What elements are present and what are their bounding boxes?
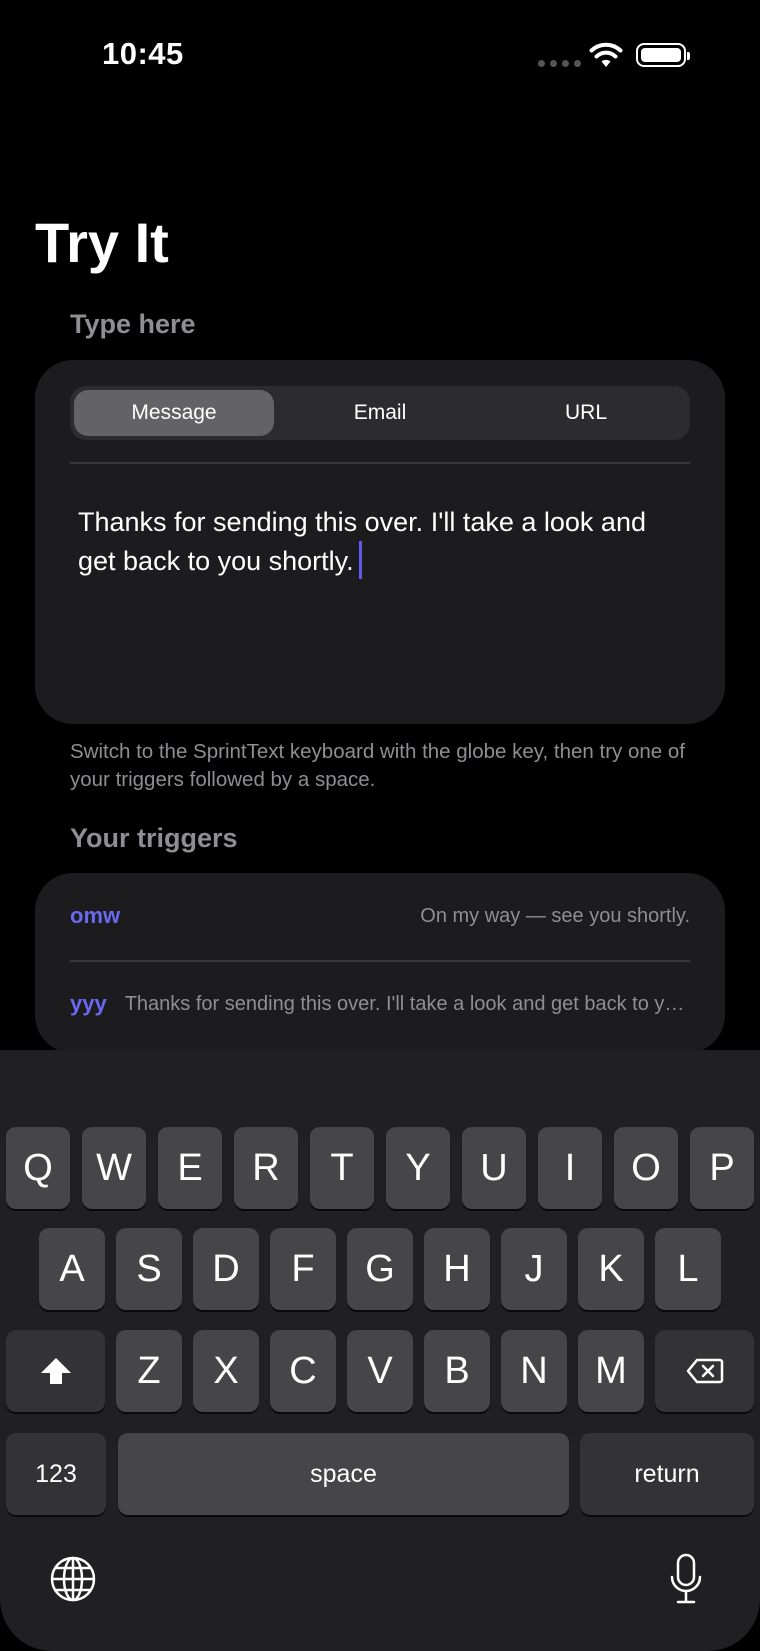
microphone-icon[interactable] <box>668 1553 704 1605</box>
key-k[interactable]: K <box>578 1228 644 1310</box>
key-n[interactable]: N <box>501 1330 567 1412</box>
trigger-row[interactable]: yyy Thanks for sending this over. I'll t… <box>70 991 690 1017</box>
key-w[interactable]: W <box>82 1127 146 1209</box>
trigger-expansion: Thanks for sending this over. I'll take … <box>124 992 690 1015</box>
key-a[interactable]: A <box>39 1228 105 1310</box>
key-b[interactable]: B <box>424 1330 490 1412</box>
triggers-card: omw On my way — see you shortly. yyy Tha… <box>35 873 725 1053</box>
key-u[interactable]: U <box>462 1127 526 1209</box>
key-h[interactable]: H <box>424 1228 490 1310</box>
wifi-icon <box>589 42 623 67</box>
page-title: Try It <box>35 211 169 274</box>
key-x[interactable]: X <box>193 1330 259 1412</box>
trigger-key: omw <box>70 903 121 928</box>
format-segmented-control: Message Email URL <box>70 386 690 440</box>
key-c[interactable]: C <box>270 1330 336 1412</box>
key-v[interactable]: V <box>347 1330 413 1412</box>
globe-icon[interactable] <box>49 1555 97 1603</box>
type-here-label: Type here <box>70 309 196 339</box>
status-time: 10:45 <box>102 36 184 71</box>
key-i[interactable]: I <box>538 1127 602 1209</box>
key-y[interactable]: Y <box>386 1127 450 1209</box>
battery-icon <box>636 43 690 67</box>
key-z[interactable]: Z <box>116 1330 182 1412</box>
key-j[interactable]: J <box>501 1228 567 1310</box>
return-key[interactable]: return <box>580 1433 754 1515</box>
key-q[interactable]: Q <box>6 1127 70 1209</box>
tab-email[interactable]: Email <box>280 390 480 436</box>
key-t[interactable]: T <box>310 1127 374 1209</box>
key-s[interactable]: S <box>116 1228 182 1310</box>
keyboard: Q W E R T Y U I O P A S D F G H J K L Z … <box>0 1050 760 1651</box>
your-triggers-label: Your triggers <box>70 823 238 853</box>
key-r[interactable]: R <box>234 1127 298 1209</box>
cellular-signal-icon <box>538 60 581 67</box>
text-caret <box>358 541 362 579</box>
numbers-key[interactable]: 123 <box>6 1433 106 1515</box>
key-m[interactable]: M <box>578 1330 644 1412</box>
space-key[interactable]: space <box>118 1433 569 1515</box>
help-text: Switch to the SprintText keyboard with t… <box>70 740 685 791</box>
trigger-expansion: On my way — see you shortly. <box>420 904 690 927</box>
trigger-key: yyy <box>70 991 107 1016</box>
key-o[interactable]: O <box>614 1127 678 1209</box>
message-text-area[interactable]: Thanks for sending this over. I'll take … <box>78 503 678 580</box>
key-f[interactable]: F <box>270 1228 336 1310</box>
shift-key[interactable] <box>6 1330 105 1412</box>
delete-icon <box>686 1358 723 1384</box>
key-e[interactable]: E <box>158 1127 222 1209</box>
key-l[interactable]: L <box>655 1228 721 1310</box>
divider <box>70 462 690 464</box>
divider <box>70 960 690 962</box>
tab-message[interactable]: Message <box>74 390 274 436</box>
key-d[interactable]: D <box>193 1228 259 1310</box>
shift-icon <box>40 1358 71 1384</box>
message-text: Thanks for sending this over. I'll take … <box>78 507 646 576</box>
delete-key[interactable] <box>655 1330 754 1412</box>
tab-url[interactable]: URL <box>486 390 686 436</box>
trigger-row[interactable]: omw On my way — see you shortly. <box>70 903 690 929</box>
key-g[interactable]: G <box>347 1228 413 1310</box>
key-p[interactable]: P <box>690 1127 754 1209</box>
input-card: Message Email URL Thanks for sending thi… <box>35 360 725 724</box>
